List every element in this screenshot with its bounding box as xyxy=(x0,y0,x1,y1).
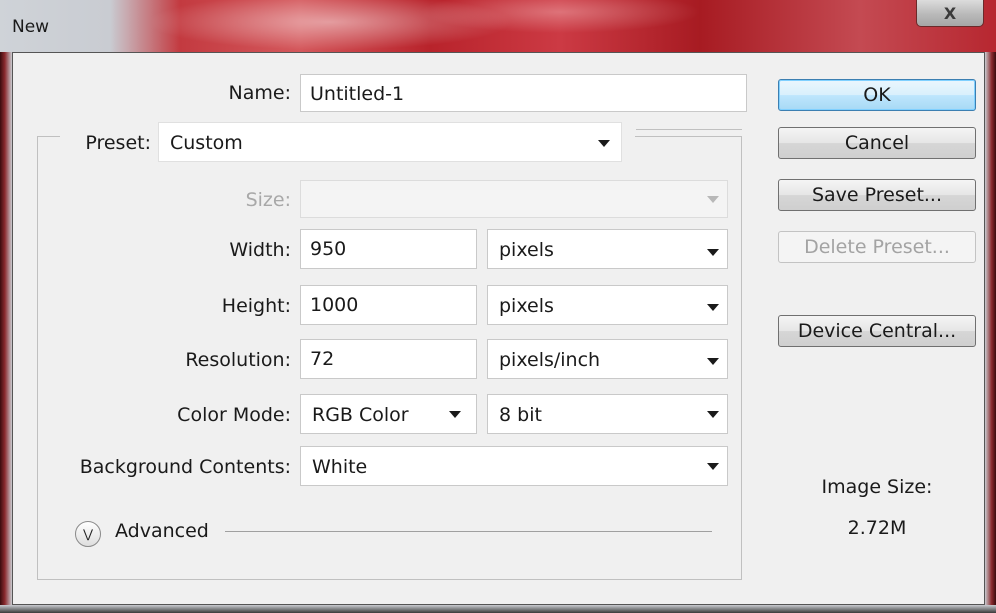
chevron-down-icon xyxy=(707,304,719,311)
cancel-button[interactable]: Cancel xyxy=(778,127,976,159)
background-contents-label: Background Contents: xyxy=(79,456,291,478)
groupbox-top-line xyxy=(636,129,742,130)
width-input[interactable]: 950 xyxy=(300,229,477,269)
chevron-down-icon xyxy=(707,196,719,203)
title-bar: New X xyxy=(0,0,996,52)
bit-depth-dropdown[interactable]: 8 bit xyxy=(487,394,728,434)
chevron-down-icon xyxy=(707,411,719,418)
color-mode-label: Color Mode: xyxy=(177,404,291,426)
chevron-down-icon xyxy=(598,140,610,147)
height-label: Height: xyxy=(221,295,291,317)
double-chevron-down-icon: ⋁︎ xyxy=(83,527,93,541)
device-central-button[interactable]: Device Central... xyxy=(778,315,976,347)
bit-depth-value: 8 bit xyxy=(499,404,542,426)
name-label: Name: xyxy=(228,82,291,104)
advanced-divider xyxy=(225,531,712,532)
window-title: New xyxy=(12,17,50,37)
ok-button[interactable]: OK xyxy=(778,79,976,111)
background-contents-value: White xyxy=(312,456,368,478)
window-frame-bottom xyxy=(0,605,996,613)
window-frame-left xyxy=(0,52,12,613)
preset-dropdown[interactable]: Custom xyxy=(158,122,622,162)
height-unit-dropdown[interactable]: pixels xyxy=(487,285,728,325)
window-frame-right xyxy=(985,52,996,613)
size-dropdown[interactable] xyxy=(300,180,728,218)
image-size-value: 2.72M xyxy=(847,517,907,539)
background-contents-dropdown[interactable]: White xyxy=(300,446,728,486)
resolution-unit-dropdown[interactable]: pixels/inch xyxy=(487,339,728,379)
height-input[interactable]: 1000 xyxy=(300,285,477,325)
save-preset-button[interactable]: Save Preset... xyxy=(778,179,976,211)
close-icon: X xyxy=(943,3,957,23)
advanced-toggle-button[interactable]: ⋁︎ xyxy=(75,521,101,547)
height-unit-value: pixels xyxy=(499,295,554,317)
advanced-label: Advanced xyxy=(115,520,209,542)
chevron-down-icon xyxy=(707,463,719,470)
delete-preset-button[interactable]: Delete Preset... xyxy=(778,231,976,263)
color-mode-value: RGB Color xyxy=(312,404,409,426)
chevron-down-icon xyxy=(707,358,719,365)
width-label: Width: xyxy=(229,239,291,261)
preset-value: Custom xyxy=(170,132,243,154)
name-input[interactable]: Untitled-1 xyxy=(300,74,747,112)
width-unit-dropdown[interactable]: pixels xyxy=(487,229,728,269)
chevron-down-icon xyxy=(449,411,461,418)
size-label: Size: xyxy=(245,189,291,211)
image-size-label: Image Size: xyxy=(821,476,933,498)
chevron-down-icon xyxy=(707,249,719,256)
width-unit-value: pixels xyxy=(499,239,554,261)
close-button[interactable]: X xyxy=(916,0,984,27)
resolution-input[interactable]: 72 xyxy=(300,339,477,379)
preset-label: Preset: xyxy=(85,132,151,154)
resolution-label: Resolution: xyxy=(185,349,291,371)
resolution-unit-value: pixels/inch xyxy=(499,349,601,371)
